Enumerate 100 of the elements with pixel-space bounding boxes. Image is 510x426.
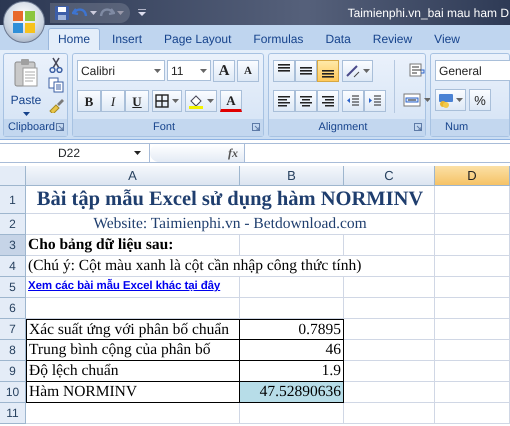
column-header[interactable]: B [240,166,344,186]
shrink-font-button[interactable]: A [237,60,259,82]
orientation-button[interactable] [342,60,373,82]
caret-icon [207,99,214,103]
align-middle-button[interactable] [295,60,317,82]
ribbon-tab[interactable]: Data [315,28,361,50]
caret-icon [22,112,30,116]
grid-icon [155,94,169,108]
grow-font-button[interactable]: A [213,60,235,82]
launcher-icon [252,123,260,131]
underline-button[interactable]: U [125,90,149,112]
ribbon-tab[interactable]: Review [362,28,422,50]
align-center-button[interactable] [295,90,317,112]
table-cell: Độ lệch chuẩn [26,361,240,382]
copy-icon [48,77,64,93]
save-button[interactable] [54,4,70,20]
currency-icon [438,92,454,108]
align-top-icon [278,64,290,72]
ribbon-tab[interactable]: Page Layout [154,28,242,50]
decrease-indent-button[interactable] [342,90,364,112]
table-cell: Bài tập mẫu Excel sử dụng hàm NORMINV [26,186,435,214]
caret-icon [90,10,97,14]
cut-button[interactable] [48,57,64,73]
fill-color-button[interactable] [185,90,217,112]
decrease-indent-icon [346,94,360,108]
undo-menu-button[interactable] [90,10,97,14]
row-header[interactable]: 6 [0,298,26,319]
format-painter-button[interactable] [48,97,64,113]
row-header[interactable]: 1 [0,186,26,214]
currency-button[interactable] [435,89,466,111]
paint-bucket-icon [188,93,204,109]
font-color-button[interactable]: A [220,90,242,112]
align-middle-icon [300,67,312,75]
copy-button[interactable] [48,77,64,93]
office-logo-icon [12,10,36,34]
align-center-icon [299,94,313,108]
row-header[interactable]: 7 [0,319,26,340]
table-cell: Trung bình cộng của phân bố [26,340,240,361]
align-left-icon [277,94,291,108]
align-left-button[interactable] [273,90,295,112]
font-name-field[interactable]: Calibri [77,60,165,81]
insert-function-button[interactable]: fx [150,144,245,162]
row-header[interactable]: 10 [0,382,26,403]
caret-icon [456,98,463,102]
align-right-button[interactable] [317,90,339,112]
ribbon-tab[interactable]: Insert [102,28,152,50]
launcher-icon [56,123,64,131]
italic-button[interactable]: I [101,90,125,112]
group-label: Clipboard [8,120,56,136]
caret-icon [172,99,179,103]
column-header[interactable]: C [344,166,435,186]
column-header[interactable]: D [435,166,510,186]
column-header[interactable]: A [26,166,240,186]
row-header[interactable]: 9 [0,361,26,382]
row-header[interactable]: 4 [0,256,26,277]
caret-icon [154,68,161,72]
number-format-field[interactable]: General [435,60,510,81]
align-top-button[interactable] [273,60,295,82]
align-bottom-button[interactable] [317,60,339,82]
group-label: Num [445,120,468,136]
orientation-icon [345,64,361,78]
table-cell: Hàm NORMINV [26,382,240,403]
row-header[interactable]: 11 [0,403,26,424]
table-cell: 0.7895 [240,319,344,340]
hyperlink[interactable]: Xem các bài mẫu Excel khác tại đây [26,277,240,298]
ribbon-tab[interactable]: Formulas [243,28,314,50]
paste-button[interactable]: Paste [7,57,45,116]
align-bottom-icon [322,70,334,78]
merge-cells-icon [403,93,421,107]
bold-button[interactable]: B [77,90,101,112]
table-cell: Cho bảng dữ liệu sau: [26,235,240,256]
table-cell: 46 [240,340,344,361]
scissors-icon [49,57,63,73]
percent-button[interactable]: % [469,89,491,111]
brush-icon [48,97,64,113]
row-header[interactable]: 5 [0,277,26,298]
table-cell: (Chú ý: Cột màu xanh là cột cần nhập công thức tính) [26,256,435,277]
clipboard-icon [13,58,39,88]
row-header[interactable]: 3 [0,235,26,256]
ribbon-tab[interactable]: Home [48,28,100,50]
row-header[interactable]: 2 [0,214,26,235]
wrap-text-icon [409,63,425,77]
dialog-launcher-button[interactable] [252,123,260,131]
increase-indent-button[interactable] [364,90,386,112]
align-right-icon [321,94,335,108]
borders-button[interactable] [152,90,182,112]
group-label: Alignment [318,120,368,136]
font-size-field[interactable]: 11 [167,60,211,81]
ribbon-tab[interactable]: View [424,28,470,50]
dialog-launcher-button[interactable] [56,123,64,131]
row-header[interactable]: 8 [0,340,26,361]
caret-icon [363,69,370,73]
customize-toolbar-button[interactable] [138,9,146,16]
group-label: Font [152,120,175,136]
caret-icon [424,98,431,102]
dialog-launcher-button[interactable] [414,123,422,131]
table-cell: Website: Taimienphi.vn - Betdownload.com [26,214,435,235]
caret-icon [138,9,146,16]
increase-indent-icon [368,94,382,108]
table-cell: 47.52890636 [240,382,344,403]
